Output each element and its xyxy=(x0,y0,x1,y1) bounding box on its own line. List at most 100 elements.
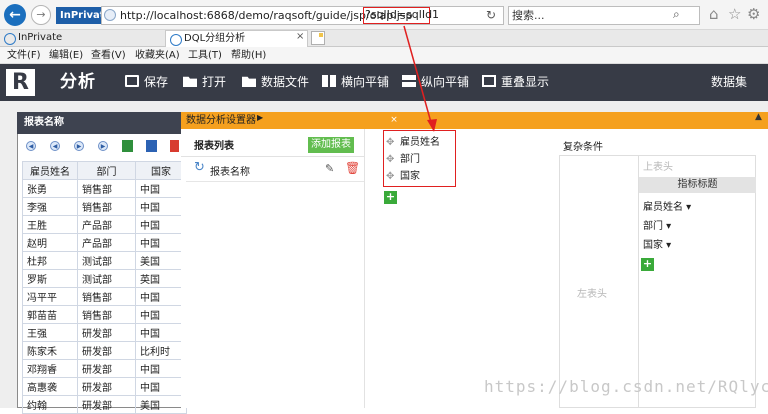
table-row[interactable]: 王强 研发部 中国 xyxy=(22,323,187,342)
cell-country: 中国 xyxy=(135,323,187,342)
overlap-button[interactable]: 重叠显示 xyxy=(482,64,549,101)
upper-header-drop[interactable]: 上表头 xyxy=(643,158,673,173)
table-row[interactable]: 杜邦 测试部 美国 xyxy=(22,251,187,270)
left-header-drop[interactable]: 左表头 xyxy=(577,285,607,300)
close-tab-icon[interactable]: × xyxy=(296,31,304,42)
first-page-icon[interactable]: ◀ xyxy=(26,141,36,151)
word-export-icon[interactable] xyxy=(146,140,157,152)
menu-help[interactable]: 帮助(H) xyxy=(231,47,266,64)
menu-view[interactable]: 查看(V) xyxy=(91,47,126,64)
new-tab-button[interactable] xyxy=(311,31,325,45)
folder-icon xyxy=(183,76,197,87)
caret-right-icon[interactable]: ▶ xyxy=(257,113,263,122)
open-button[interactable]: 打开 xyxy=(183,64,226,101)
overlap-icon xyxy=(482,75,496,87)
cell-name: 王胜 xyxy=(22,215,78,234)
cell-name: 罗斯 xyxy=(22,269,78,288)
pdf-export-icon[interactable] xyxy=(170,140,179,152)
cell-name: 郭苗苗 xyxy=(22,305,78,324)
prev-page-icon[interactable]: ◀ xyxy=(50,141,60,151)
cell-country: 中国 xyxy=(135,179,187,198)
menu-tools[interactable]: 工具(T) xyxy=(188,47,222,64)
folder-icon xyxy=(242,76,256,87)
cell-department: 销售部 xyxy=(77,287,136,306)
save-button[interactable]: 保存 xyxy=(125,64,168,101)
tab-dql-analysis[interactable]: DQL分组分析 xyxy=(165,30,308,47)
data-file-button[interactable]: 数据文件 xyxy=(242,64,309,101)
table-row[interactable]: 李强 销售部 中国 xyxy=(22,197,187,216)
trash-icon[interactable]: 🗑 xyxy=(345,161,360,175)
excel-export-icon[interactable] xyxy=(122,140,133,152)
condition-field-department[interactable]: 部门 ▾ xyxy=(643,217,671,232)
menu-edit[interactable]: 编辑(E) xyxy=(49,47,83,64)
column-header-name[interactable]: 雇员姓名 xyxy=(22,161,78,180)
table-row[interactable]: 王胜 产品部 中国 xyxy=(22,215,187,234)
add-field-button[interactable]: + xyxy=(384,191,397,204)
menu-file[interactable]: 文件(F) xyxy=(7,47,41,64)
field-item-employee-name[interactable]: ✥ 雇员姓名 xyxy=(386,134,440,151)
tab-label: InPrivate xyxy=(18,32,63,43)
cell-country: 中国 xyxy=(135,305,187,324)
cell-department: 产品部 xyxy=(77,233,136,252)
cell-department: 研发部 xyxy=(77,395,136,414)
cell-department: 销售部 xyxy=(77,179,136,198)
cell-department: 测试部 xyxy=(77,251,136,270)
field-item-country[interactable]: ✥ 国家 xyxy=(386,168,420,185)
collapse-icon[interactable]: ▲ xyxy=(755,112,762,122)
table-row[interactable]: 郭苗苗 销售部 中国 xyxy=(22,305,187,324)
condition-field-country[interactable]: 国家 ▾ xyxy=(643,236,671,251)
add-report-button[interactable]: 添加报表 xyxy=(308,137,354,153)
save-label: 保存 xyxy=(144,75,169,89)
employee-table: 雇员姓名 部门 国家 张勇 销售部 中国 李强 销售部 中国 王胜 产品部 中国 赵明 产品部 中国杜… xyxy=(22,161,187,414)
table-row[interactable]: 张勇 销售部 中国 xyxy=(22,179,187,198)
cell-department: 产品部 xyxy=(77,215,136,234)
tile-horizontal-button[interactable]: 横向平铺 xyxy=(322,64,389,101)
field-item-department[interactable]: ✥ 部门 xyxy=(386,151,420,168)
cell-name: 邓翔睿 xyxy=(22,359,78,378)
table-row[interactable]: 约翰 研发部 美国 xyxy=(22,395,187,414)
tab-inprivate[interactable]: InPrivate xyxy=(0,30,165,47)
field-label: 部门 xyxy=(400,154,420,165)
cell-department: 研发部 xyxy=(77,377,136,396)
report-item-name: 报表名称 xyxy=(210,167,250,178)
cell-country: 比利时 xyxy=(135,341,187,360)
add-condition-button[interactable]: + xyxy=(641,258,654,271)
search-icon[interactable]: ⌕ xyxy=(673,7,680,22)
table-row[interactable]: 罗斯 测试部 英国 xyxy=(22,269,187,288)
table-row[interactable]: 赵明 产品部 中国 xyxy=(22,233,187,252)
column-divider xyxy=(364,129,365,408)
home-icon[interactable]: ⌂ xyxy=(709,5,719,23)
back-button[interactable]: ← xyxy=(4,4,26,26)
metric-title: 指标标题 xyxy=(639,177,756,193)
dataset-button[interactable]: 数据集 xyxy=(711,64,747,101)
ie-icon xyxy=(4,33,16,45)
condition-field-employee-name[interactable]: 雇员姓名 ▾ xyxy=(643,198,691,213)
cell-department: 销售部 xyxy=(77,305,136,324)
tile-horizontal-label: 横向平铺 xyxy=(341,75,390,89)
table-row[interactable]: 冯平平 销售部 中国 xyxy=(22,287,187,306)
star-icon[interactable]: ☆ xyxy=(728,5,741,23)
menu-favorites[interactable]: 收藏夹(A) xyxy=(135,47,180,64)
column-header-dept[interactable]: 部门 xyxy=(77,161,136,180)
cell-name: 冯平平 xyxy=(22,287,78,306)
tile-columns-icon xyxy=(322,75,336,87)
refresh-icon[interactable]: ↻ xyxy=(486,8,496,22)
refresh-icon[interactable]: ↻ xyxy=(194,160,205,175)
cell-name: 李强 xyxy=(22,197,78,216)
app-logo: R xyxy=(6,69,35,96)
move-icon: ✥ xyxy=(386,137,395,148)
column-header-country[interactable]: 国家 xyxy=(135,161,187,180)
cell-name: 约翰 xyxy=(22,395,78,414)
table-row[interactable]: 邓翔睿 研发部 中国 xyxy=(22,359,187,378)
overlap-label: 重叠显示 xyxy=(501,75,550,89)
last-page-icon[interactable]: ▶ xyxy=(98,141,108,151)
forward-button[interactable]: → xyxy=(31,5,51,25)
cell-country: 中国 xyxy=(135,233,187,252)
next-page-icon[interactable]: ▶ xyxy=(74,141,84,151)
table-row[interactable]: 陈家禾 研发部 比利时 xyxy=(22,341,187,360)
move-icon: ✥ xyxy=(386,154,395,165)
gear-icon[interactable]: ⚙ xyxy=(747,5,760,23)
edit-icon[interactable]: ✎ xyxy=(325,162,334,175)
table-row[interactable]: 高惠袭 研发部 中国 xyxy=(22,377,187,396)
report-list-title: 报表列表 xyxy=(194,141,234,152)
